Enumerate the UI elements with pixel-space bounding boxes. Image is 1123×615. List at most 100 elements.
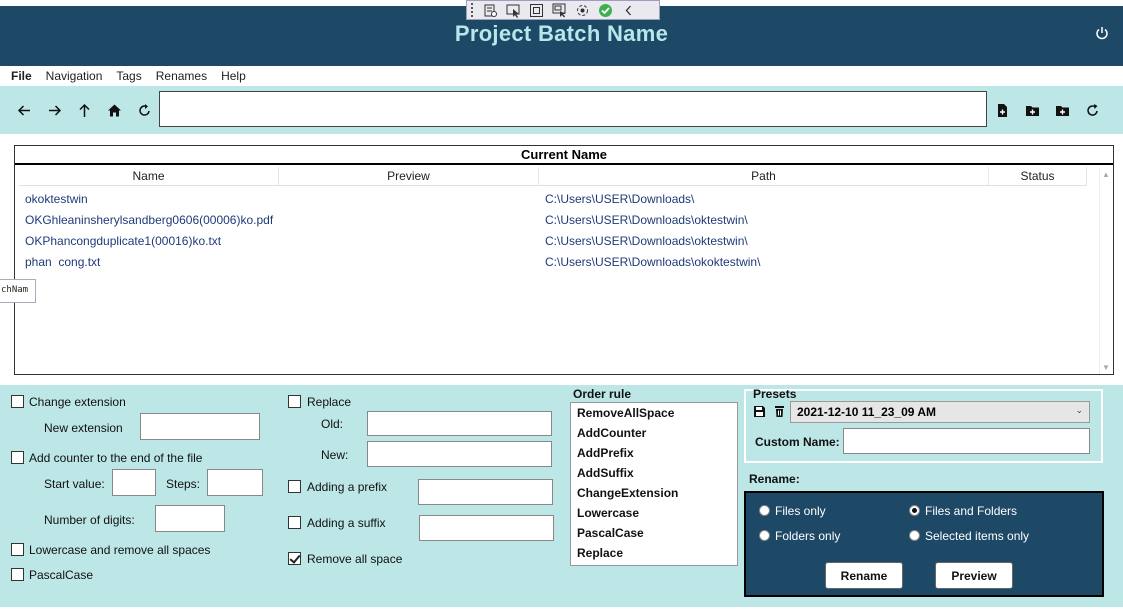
menu-file[interactable]: File: [8, 66, 43, 86]
start-value-label: Start value:: [44, 477, 105, 491]
add-file-icon[interactable]: [992, 100, 1012, 120]
row-path: C:\Users\USER\Downloads\okoktestwin\: [545, 255, 761, 269]
list-item[interactable]: AddCounter: [571, 423, 737, 443]
add-counter-checkbox[interactable]: [11, 451, 24, 464]
list-item[interactable]: PascalCase: [571, 523, 737, 543]
refresh-icon[interactable]: [134, 100, 154, 120]
menu-tags[interactable]: Tags: [113, 66, 152, 86]
track-focus-icon[interactable]: [549, 1, 569, 19]
presets-title: Presets: [753, 387, 797, 401]
replace-new-input[interactable]: [367, 441, 552, 467]
options-panel: Change extension New extension Add count…: [0, 385, 1123, 607]
row-path: C:\Users\USER\Downloads\: [545, 192, 695, 206]
menu-renames[interactable]: Renames: [153, 66, 218, 86]
change-extension-label: Change extension: [29, 395, 126, 409]
replace-checkbox[interactable]: [288, 395, 301, 408]
change-extension-checkbox[interactable]: [11, 395, 24, 408]
suffix-input[interactable]: [419, 515, 554, 541]
table-row[interactable]: OKPhancongduplicate1(00016)ko.txt C:\Use…: [25, 231, 1095, 252]
list-item[interactable]: RemoveAllSpace: [571, 403, 737, 423]
drag-grip-icon[interactable]: [471, 3, 475, 17]
footer: [0, 607, 1123, 615]
list-item[interactable]: Replace: [571, 543, 737, 563]
column-status[interactable]: Status: [989, 167, 1087, 186]
reload-icon[interactable]: [1082, 100, 1102, 120]
radio-folders-only-label: Folders only: [775, 529, 841, 543]
live-visual-tree-icon[interactable]: [480, 1, 500, 19]
column-path[interactable]: Path: [539, 167, 989, 186]
prefix-checkbox[interactable]: [288, 480, 301, 493]
radio-files-only[interactable]: [759, 505, 770, 516]
list-item[interactable]: Lowercase: [571, 503, 737, 523]
table-row[interactable]: phan cong.txt C:\Users\USER\Downloads\ok…: [25, 252, 1095, 273]
add-folder-recursive-icon[interactable]: [1052, 100, 1072, 120]
home-icon[interactable]: [104, 100, 124, 120]
row-name: OKGhleaninsherylsandberg0606(00006)ko.pd…: [25, 213, 274, 227]
column-preview[interactable]: Preview: [279, 167, 539, 186]
hot-reload-icon[interactable]: [572, 1, 592, 19]
path-input[interactable]: [159, 91, 987, 127]
rename-group: Files only Files and Folders Folders onl…: [744, 491, 1104, 597]
vertical-scrollbar[interactable]: ▲ ▼: [1099, 168, 1113, 374]
row-name: phan cong.txt: [25, 255, 101, 269]
rename-button[interactable]: Rename: [825, 562, 903, 589]
new-extension-input[interactable]: [140, 413, 260, 440]
steps-label: Steps:: [166, 477, 201, 491]
radio-selected-items-only-label: Selected items only: [925, 529, 1030, 543]
old-label: Old:: [321, 417, 344, 431]
list-item[interactable]: ChangeExtension: [571, 483, 737, 503]
delete-preset-icon[interactable]: [773, 405, 786, 418]
radio-folders-only[interactable]: [759, 530, 770, 541]
save-preset-icon[interactable]: [753, 405, 766, 418]
remove-space-checkbox[interactable]: [288, 552, 301, 565]
add-folder-icon[interactable]: [1022, 100, 1042, 120]
list-item[interactable]: AddSuffix: [571, 463, 737, 483]
table-row[interactable]: okoktestwin C:\Users\USER\Downloads\: [25, 189, 1095, 210]
scroll-up-icon[interactable]: ▲: [1102, 170, 1110, 179]
preview-button[interactable]: Preview: [935, 562, 1013, 589]
lowercase-label: Lowercase and remove all spaces: [29, 543, 211, 557]
back-arrow-icon[interactable]: [14, 100, 34, 120]
lowercase-checkbox[interactable]: [11, 543, 24, 556]
menu-navigation[interactable]: Navigation: [43, 66, 114, 86]
forward-arrow-icon[interactable]: [44, 100, 64, 120]
radio-selected-items-only[interactable]: [909, 530, 920, 541]
custom-name-input[interactable]: [843, 428, 1090, 454]
number-of-digits-input[interactable]: [155, 505, 225, 532]
column-headers: Name Preview Path Status: [19, 167, 1087, 186]
suffix-checkbox[interactable]: [288, 516, 301, 529]
scroll-down-icon[interactable]: ▼: [1102, 363, 1110, 372]
order-rule-title: Order rule: [573, 387, 632, 401]
pascalcase-checkbox[interactable]: [11, 568, 24, 581]
row-path: C:\Users\USER\Downloads\oktestwin\: [545, 213, 748, 227]
replace-old-input[interactable]: [367, 411, 552, 436]
power-icon[interactable]: [1095, 26, 1109, 40]
table-row[interactable]: OKGhleaninsherylsandberg0606(00006)ko.pd…: [25, 210, 1095, 231]
order-rule-list[interactable]: RemoveAllSpace AddCounter AddPrefix AddS…: [570, 402, 738, 566]
preset-select[interactable]: 2021-12-10 11_23_09 AM ⌄: [790, 401, 1090, 423]
display-layout-adorners-icon[interactable]: [526, 1, 546, 19]
file-rows: okoktestwin C:\Users\USER\Downloads\ OKG…: [25, 189, 1095, 273]
navigation-toolbar: [0, 86, 1123, 134]
tooltip: chNam: [0, 279, 36, 303]
binding-check-icon[interactable]: [595, 1, 615, 19]
radio-files-and-folders[interactable]: [909, 505, 920, 516]
start-value-input[interactable]: [112, 469, 156, 496]
number-of-digits-label: Number of digits:: [44, 513, 135, 527]
new-label: New:: [321, 448, 349, 462]
collapse-chevron-icon[interactable]: [618, 1, 638, 19]
menu-help[interactable]: Help: [218, 66, 257, 86]
replace-label: Replace: [307, 395, 352, 409]
prefix-input[interactable]: [418, 479, 553, 505]
rename-title: Rename:: [749, 472, 800, 486]
add-counter-label: Add counter to the end of the file: [29, 451, 203, 465]
column-name[interactable]: Name: [19, 167, 279, 186]
row-name: OKPhancongduplicate1(00016)ko.txt: [25, 234, 222, 248]
list-item[interactable]: AddPrefix: [571, 443, 737, 463]
up-arrow-icon[interactable]: [74, 100, 94, 120]
radio-files-only-label: Files only: [775, 504, 826, 518]
steps-input[interactable]: [207, 469, 263, 496]
select-element-icon[interactable]: [503, 1, 523, 19]
file-list: Current Name Name Preview Path Status ok…: [14, 145, 1114, 375]
row-path: C:\Users\USER\Downloads\oktestwin\: [545, 234, 748, 248]
